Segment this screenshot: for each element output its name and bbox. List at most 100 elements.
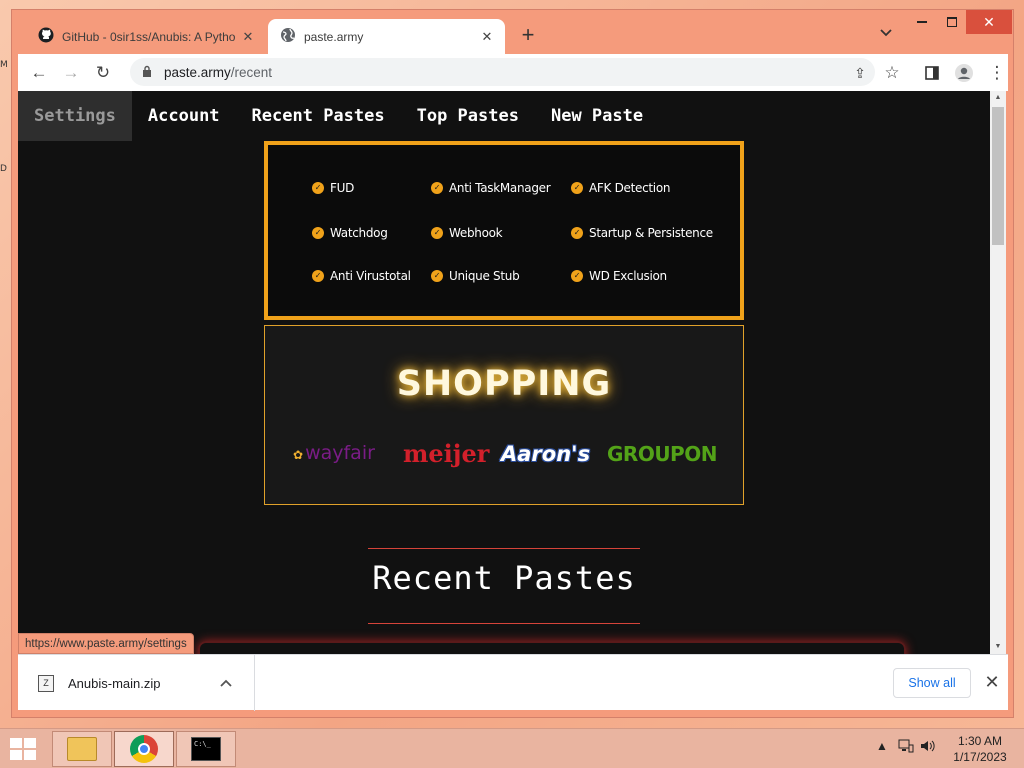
maximize-button[interactable] [936,10,968,34]
page-scrollbar[interactable]: ▲ ▼ [990,91,1006,654]
address-bar[interactable]: paste.army/recent [130,58,875,86]
check-circle-icon: ✓ [431,270,443,282]
tab-title: GitHub - 0sir1ss/Anubis: A Pytho [62,29,236,44]
divider-bottom [368,623,640,624]
feature-item: ✓ WD Exclusion [571,269,667,283]
profile-avatar-icon[interactable] [951,60,977,86]
browser-toolbar: ← → ↻ paste.army/recent ⇪ ☆ ⋮ [18,54,1008,91]
nav-recent-pastes[interactable]: Recent Pastes [236,91,401,141]
close-icon[interactable]: ✕ [980,670,1004,694]
close-icon[interactable]: ✕ [479,29,495,45]
tray-expand-icon[interactable]: ▲ [876,739,888,753]
tab-title: paste.army [304,29,364,44]
feature-label: WD Exclusion [589,269,667,283]
feature-item: ✓ FUD [312,181,354,195]
url-path: /recent [230,64,273,80]
lock-icon [142,65,156,80]
page-viewport: Settings Account Recent Pastes Top Paste… [18,91,1006,654]
check-circle-icon: ✓ [431,227,443,239]
tab-paste-army[interactable]: paste.army ✕ [268,19,505,54]
minimize-button[interactable] [906,10,938,34]
feature-label: Webhook [449,226,503,240]
feature-item: ✓ Watchdog [312,226,388,240]
nav-top-pastes[interactable]: Top Pastes [401,91,535,141]
feature-label: Anti Virustotal [330,269,411,283]
shopping-ad-banner[interactable]: SHOPPING ✿ wayfair meijer Aaron's GROUPON [264,325,744,505]
check-circle-icon: ✓ [571,182,583,194]
tab-strip: GitHub - 0sir1ss/Anubis: A Pytho ✕ paste… [12,10,1013,54]
feature-label: FUD [330,181,355,195]
site-nav: Settings Account Recent Pastes Top Paste… [18,91,659,141]
feature-label: AFK Detection [589,181,671,195]
feature-item: ✓ Startup & Persistence [571,226,713,240]
feature-item: ✓ Anti TaskManager [431,181,551,195]
feature-ad-banner[interactable]: ✓ FUD ✓ Anti TaskManager ✓ AFK Detection ✓ W… [264,141,744,320]
aarons-logo: Aaron's [501,442,591,466]
scroll-up-arrow-icon[interactable]: ▲ [990,91,1006,105]
taskbar: C:\_ ▲ 1:30 AM 1/17/2023 [0,728,1024,768]
feature-label: Anti TaskManager [449,181,551,195]
scroll-down-arrow-icon[interactable]: ▼ [990,640,1006,654]
check-circle-icon: ✓ [571,270,583,282]
windows-start-icon[interactable] [8,736,38,762]
globe-icon [280,27,296,46]
desktop-icon-edge[interactable]: M [0,60,8,70]
groupon-logo: GROUPON [607,442,717,466]
terminal-icon: C:\_ [191,737,221,761]
side-panel-icon[interactable] [919,60,945,86]
wayfair-logo: ✿ wayfair [293,442,375,464]
back-arrow-icon[interactable]: ← [26,60,52,86]
download-item[interactable]: Z Anubis-main.zip [18,655,255,711]
divider-top [368,548,640,549]
feature-item: ✓ Anti Virustotal [312,269,411,283]
scroll-thumb[interactable] [992,107,1004,245]
reload-icon[interactable]: ↻ [90,60,116,86]
volume-icon[interactable] [920,739,936,756]
download-shelf: Z Anubis-main.zip Show all ✕ [18,654,1008,711]
feature-label: Watchdog [330,226,388,240]
clock-time: 1:30 AM [957,734,1003,748]
tab-github[interactable]: GitHub - 0sir1ss/Anubis: A Pytho ✕ [26,19,266,54]
system-clock[interactable]: 1:30 AM 1/17/2023 [944,733,1016,765]
file-explorer-taskbar-button[interactable] [52,731,112,767]
star-icon[interactable]: ☆ [879,60,905,86]
window-close-button[interactable]: ✕ [966,10,1012,34]
feature-item: ✓ Webhook [431,226,503,240]
check-circle-icon: ✓ [312,227,324,239]
forward-arrow-icon[interactable]: → [58,60,84,86]
menu-kebab-icon[interactable]: ⋮ [984,60,1010,86]
download-filename: Anubis-main.zip [68,675,161,691]
feature-label: Unique Stub [449,269,520,283]
close-icon[interactable]: ✕ [240,29,256,45]
zip-file-icon: Z [38,674,54,692]
new-tab-button[interactable]: + [516,24,540,48]
nav-new-paste[interactable]: New Paste [535,91,659,141]
chrome-icon [130,735,158,763]
feature-label: Startup & Persistence [589,226,713,240]
chevron-up-icon[interactable] [220,676,240,690]
feature-item: ✓ AFK Detection [571,181,671,195]
shopping-title: SHOPPING [396,364,612,404]
check-circle-icon: ✓ [312,182,324,194]
meijer-logo: meijer [403,439,490,468]
chrome-taskbar-button[interactable] [114,731,174,767]
show-all-button[interactable]: Show all [893,668,971,698]
check-circle-icon: ✓ [312,270,324,282]
folder-icon [67,737,97,761]
network-icon[interactable] [898,739,914,756]
share-icon[interactable]: ⇪ [847,60,873,86]
nav-account[interactable]: Account [132,91,236,141]
paste-card[interactable] [198,641,906,654]
cmd-taskbar-button[interactable]: C:\_ [176,731,236,767]
tab-search-chevron-icon[interactable] [876,26,896,46]
browser-window: GitHub - 0sir1ss/Anubis: A Pytho ✕ paste… [11,9,1014,718]
link-status-bubble: https://www.paste.army/settings [18,633,194,654]
nav-settings[interactable]: Settings [18,91,132,141]
check-circle-icon: ✓ [431,182,443,194]
desktop-icon-edge[interactable]: D [0,164,7,174]
url-host: paste.army [164,64,231,80]
clock-date: 1/17/2023 [953,750,1007,764]
github-icon [38,27,54,46]
feature-item: ✓ Unique Stub [431,269,520,283]
check-circle-icon: ✓ [571,227,583,239]
